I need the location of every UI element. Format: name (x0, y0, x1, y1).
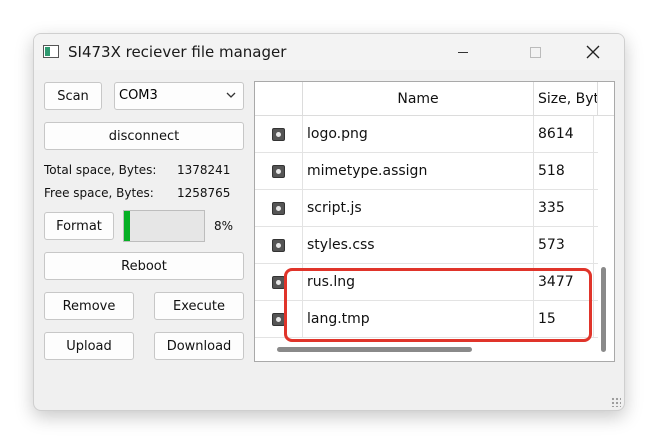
file-icon (272, 238, 285, 252)
file-name: script.js (303, 190, 534, 226)
file-name: logo.png (303, 116, 534, 152)
file-size: 518 (534, 153, 594, 189)
port-select[interactable]: COM3 (114, 82, 244, 110)
close-icon (586, 45, 600, 59)
file-size: 573 (534, 227, 594, 263)
horizontal-scrollbar-thumb[interactable] (277, 347, 472, 352)
total-space-label: Total space, Bytes: (44, 163, 157, 177)
free-space-label: Free space, Bytes: (44, 186, 154, 200)
app-window: SI473X reciever file manager Scan COM3 d… (33, 33, 625, 411)
file-icon (272, 201, 285, 215)
total-space-value: 1378241 (177, 163, 231, 177)
window-title: SI473X reciever file manager (68, 43, 287, 61)
size-column-header[interactable]: Size, Byt (534, 82, 598, 115)
free-space-value: 1258765 (177, 186, 231, 200)
table-row[interactable]: mimetype.assign 518 (255, 153, 614, 190)
file-size: 8614 (534, 116, 594, 152)
port-select-value: COM3 (119, 88, 158, 103)
usage-progress-bar (123, 210, 205, 242)
table-row[interactable]: styles.css 573 (255, 227, 614, 264)
chevron-down-icon (226, 92, 236, 98)
scan-button[interactable]: Scan (44, 82, 102, 110)
maximize-icon (529, 46, 541, 58)
file-name: styles.css (303, 227, 534, 263)
highlight-annotation-box (284, 268, 592, 342)
close-button[interactable] (570, 34, 616, 70)
icon-column-header[interactable] (255, 82, 303, 115)
usage-percent: 8% (214, 219, 234, 233)
table-header: Name Size, Byt (255, 82, 614, 116)
vertical-scrollbar-thumb[interactable] (601, 267, 606, 352)
reboot-button[interactable]: Reboot (44, 252, 244, 280)
usage-progress-fill (124, 211, 131, 241)
image-file-icon (272, 127, 285, 141)
file-size: 335 (534, 190, 594, 226)
name-column-header[interactable]: Name (303, 82, 534, 115)
remove-button[interactable]: Remove (44, 292, 134, 320)
execute-button[interactable]: Execute (154, 292, 244, 320)
minimize-icon (458, 51, 468, 53)
disconnect-button[interactable]: disconnect (44, 122, 244, 150)
resize-grip-icon[interactable] (611, 397, 621, 407)
maximize-button[interactable] (512, 34, 558, 70)
app-window-icon (43, 45, 59, 58)
download-button[interactable]: Download (154, 332, 244, 360)
file-name: mimetype.assign (303, 153, 534, 189)
format-button[interactable]: Format (44, 212, 114, 240)
title-bar: SI473X reciever file manager (34, 34, 624, 70)
table-row[interactable]: logo.png 8614 (255, 116, 614, 153)
file-icon (272, 164, 285, 178)
upload-button[interactable]: Upload (44, 332, 134, 360)
table-row[interactable]: script.js 335 (255, 190, 614, 227)
minimize-button[interactable] (440, 34, 486, 70)
